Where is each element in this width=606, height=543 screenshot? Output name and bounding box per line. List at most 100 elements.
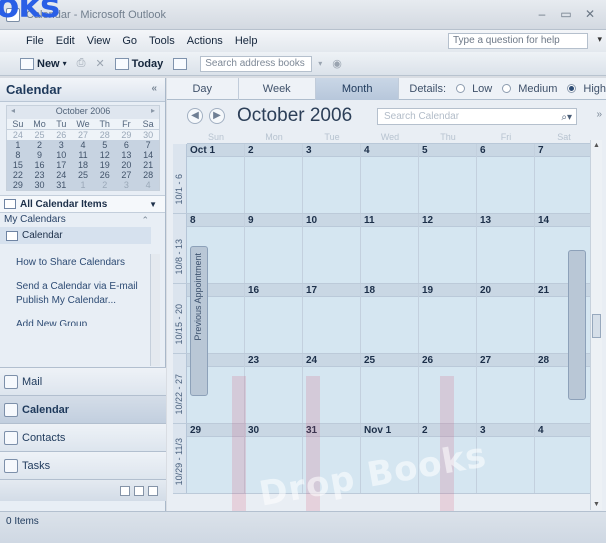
week-label[interactable]: 10/8 - 13: [173, 214, 187, 283]
day-cell[interactable]: 25: [361, 354, 419, 423]
ask-dropdown-icon[interactable]: ▾: [597, 34, 602, 45]
new-button[interactable]: New ▾: [20, 57, 67, 70]
day-cell[interactable]: 12: [419, 214, 477, 283]
mini-day[interactable]: 11: [72, 150, 94, 160]
day-cell[interactable]: 3: [303, 144, 361, 213]
day-cell[interactable]: 27: [477, 354, 535, 423]
mini-day[interactable]: 29: [7, 180, 29, 190]
mini-day[interactable]: 14: [137, 150, 159, 160]
day-cell[interactable]: 17: [303, 284, 361, 353]
day-cell[interactable]: 13: [477, 214, 535, 283]
mini-day[interactable]: 27: [72, 130, 94, 140]
print-button[interactable]: ⎙: [77, 57, 86, 70]
day-cell[interactable]: 16: [245, 284, 303, 353]
day-cell[interactable]: 6: [477, 144, 535, 213]
tab-day[interactable]: Day: [167, 78, 239, 100]
week-label[interactable]: 10/29 - 11/3: [173, 424, 187, 493]
menu-edit[interactable]: Edit: [56, 35, 75, 47]
mini-day[interactable]: 2: [28, 140, 51, 150]
mini-day[interactable]: 7: [137, 140, 159, 150]
next-month-icon[interactable]: ▸: [151, 106, 155, 115]
mail-nav-button[interactable]: Mail: [0, 367, 166, 395]
week-label[interactable]: 10/1 - 6: [173, 144, 187, 213]
day-cell[interactable]: 23: [245, 354, 303, 423]
mini-day[interactable]: 12: [93, 150, 116, 160]
mini-day[interactable]: 19: [93, 160, 116, 170]
week-label[interactable]: 10/22 - 27: [173, 354, 187, 423]
radio-medium[interactable]: [502, 84, 512, 93]
forward-arrow-icon[interactable]: ▶: [209, 108, 225, 124]
tasks-nav-button[interactable]: Tasks: [0, 451, 166, 479]
mini-day[interactable]: 24: [50, 170, 73, 180]
link-share-calendars[interactable]: How to Share Calendars: [16, 256, 150, 270]
collapse-pane-icon[interactable]: «: [151, 83, 157, 94]
radio-high[interactable]: [567, 84, 577, 93]
today-button[interactable]: Today: [114, 57, 163, 70]
mini-day[interactable]: 18: [72, 160, 94, 170]
link-publish-calendar[interactable]: Publish My Calendar...: [16, 294, 150, 308]
shortcuts-icon[interactable]: [148, 485, 158, 496]
mini-day[interactable]: 28: [137, 170, 159, 180]
expand-icon[interactable]: »: [596, 109, 602, 120]
mini-day[interactable]: 20: [115, 160, 138, 170]
help-icon[interactable]: ◉: [332, 57, 342, 70]
mini-day[interactable]: 3: [50, 140, 73, 150]
menu-file[interactable]: File: [26, 35, 44, 47]
mini-day[interactable]: 22: [7, 170, 29, 180]
mini-day[interactable]: 6: [115, 140, 138, 150]
mini-day[interactable]: 30: [137, 130, 159, 140]
mini-day[interactable]: 28: [94, 130, 116, 140]
menu-go[interactable]: Go: [122, 35, 137, 47]
mini-day[interactable]: 1: [7, 140, 29, 150]
mini-day[interactable]: 10: [50, 150, 73, 160]
dropdown-arrow-icon[interactable]: ▼: [149, 200, 157, 209]
mini-day[interactable]: 25: [29, 130, 51, 140]
mini-day[interactable]: 21: [137, 160, 159, 170]
mini-day[interactable]: 27: [115, 170, 138, 180]
mini-day[interactable]: 15: [7, 160, 29, 170]
link-add-new-group[interactable]: Add New Group: [16, 318, 150, 326]
search-calendar-input[interactable]: Search Calendar ⌕▾: [377, 108, 577, 125]
close-button[interactable]: ✕: [580, 6, 600, 22]
search-address-books-input[interactable]: Search address books: [200, 55, 313, 72]
tab-month[interactable]: Month: [315, 78, 400, 100]
mini-day[interactable]: 31: [50, 180, 73, 190]
mini-day[interactable]: 9: [28, 150, 51, 160]
mini-day[interactable]: 23: [28, 170, 51, 180]
contacts-nav-button[interactable]: Contacts: [0, 423, 166, 451]
day-cell[interactable]: 4: [361, 144, 419, 213]
mini-day[interactable]: 13: [115, 150, 138, 160]
previous-appointment-button[interactable]: Previous Appointment: [190, 246, 208, 396]
mini-day[interactable]: 4: [137, 180, 159, 190]
back-arrow-icon[interactable]: ◀: [187, 108, 203, 124]
menu-tools[interactable]: Tools: [149, 35, 175, 47]
day-cell[interactable]: 19: [419, 284, 477, 353]
mini-day[interactable]: 26: [93, 170, 116, 180]
my-calendars-header[interactable]: My Calendars ⌃: [0, 213, 165, 227]
maximize-button[interactable]: ▭: [556, 6, 576, 22]
search-icon[interactable]: ⌕▾: [561, 110, 572, 125]
collapse-group-icon[interactable]: ⌃: [141, 213, 149, 227]
nav-pane-scrollbar[interactable]: [150, 254, 160, 366]
mini-day[interactable]: 8: [7, 150, 29, 160]
mini-day[interactable]: 16: [28, 160, 51, 170]
menu-view[interactable]: View: [87, 35, 111, 47]
minimize-button[interactable]: –: [532, 6, 552, 22]
day-cell[interactable]: 5: [419, 144, 477, 213]
mini-day[interactable]: 24: [7, 130, 29, 140]
mini-day[interactable]: 4: [72, 140, 94, 150]
radio-low[interactable]: [456, 84, 466, 93]
folder-list-icon[interactable]: [134, 485, 144, 496]
mini-day[interactable]: 3: [115, 180, 138, 190]
day-cell[interactable]: 4: [535, 424, 593, 493]
mini-day[interactable]: 5: [93, 140, 116, 150]
prev-month-icon[interactable]: ◂: [11, 106, 15, 115]
day-cell[interactable]: 18: [361, 284, 419, 353]
mini-day[interactable]: 29: [116, 130, 138, 140]
mini-day[interactable]: 25: [72, 170, 94, 180]
calendar-list-item[interactable]: Calendar: [0, 227, 151, 244]
scroll-down-icon[interactable]: ▼: [593, 501, 600, 508]
day-cell[interactable]: 11: [361, 214, 419, 283]
all-calendar-items-selector[interactable]: All Calendar Items ▼: [0, 195, 165, 213]
next-appointment-button[interactable]: [568, 250, 586, 400]
